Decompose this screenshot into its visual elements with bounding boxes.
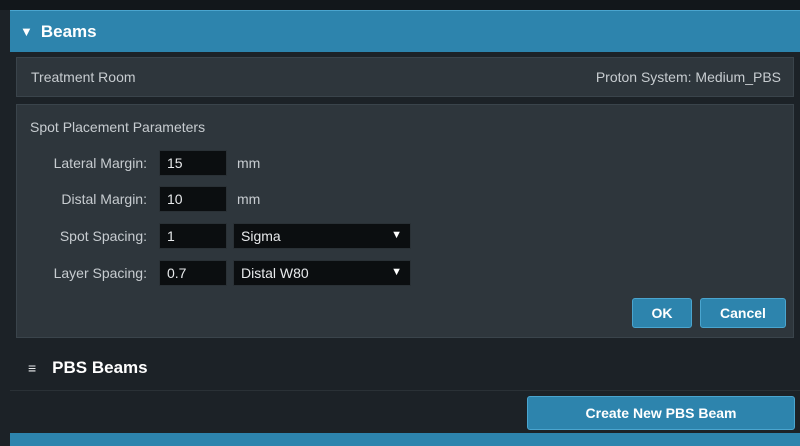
create-new-pbs-beam-button[interactable]: Create New PBS Beam	[527, 396, 795, 430]
lateral-margin-row: Lateral Margin: 15 mm	[17, 149, 260, 177]
distal-margin-label: Distal Margin:	[61, 191, 147, 207]
spot-spacing-label: Spot Spacing:	[59, 228, 147, 244]
spot-spacing-row: Spot Spacing: 1 Sigma ▼	[17, 222, 411, 250]
chevron-down-icon: ▼	[391, 229, 402, 241]
distal-margin-unit: mm	[237, 191, 261, 207]
treatment-room-bar: Treatment Room Proton System: Medium_PBS	[16, 57, 794, 97]
ok-button[interactable]: OK	[632, 298, 692, 328]
chevron-down-icon: ▼	[391, 266, 402, 278]
beams-title: Beams	[40, 21, 97, 41]
lateral-margin-label: Lateral Margin:	[53, 155, 147, 171]
lateral-margin-unit: mm	[237, 155, 261, 171]
layer-spacing-label: Layer Spacing:	[53, 265, 147, 281]
layer-spacing-select-value: Distal W80	[241, 265, 309, 281]
beams-section-header[interactable]: ▼ Beams	[10, 10, 800, 52]
spot-placement-title: Spot Placement Parameters	[30, 119, 206, 135]
distal-margin-input[interactable]: 10	[159, 186, 227, 212]
menu-icon: ≡	[28, 360, 37, 376]
treatment-room-label: Treatment Room	[31, 69, 136, 85]
spot-spacing-input[interactable]: 1	[159, 223, 227, 249]
lateral-margin-input[interactable]: 15	[159, 150, 227, 176]
bottom-accent-bar	[10, 433, 800, 446]
layer-spacing-select[interactable]: Distal W80 ▼	[233, 260, 411, 286]
distal-margin-row: Distal Margin: 10 mm	[17, 185, 260, 213]
layer-spacing-input[interactable]: 0.7	[159, 260, 227, 286]
pbs-beams-title: PBS Beams	[52, 358, 148, 377]
spot-placement-panel: Spot Placement Parameters Lateral Margin…	[16, 104, 794, 338]
section-divider	[10, 390, 800, 391]
proton-system-label: Proton System: Medium_PBS	[595, 69, 781, 85]
spot-spacing-select[interactable]: Sigma ▼	[233, 223, 411, 249]
cancel-button[interactable]: Cancel	[700, 298, 786, 328]
pbs-beams-header[interactable]: ≡ PBS Beams	[28, 358, 148, 378]
beams-window: ▼ Beams Treatment Room Proton System: Me…	[0, 0, 800, 446]
layer-spacing-row: Layer Spacing: 0.7 Distal W80 ▼	[17, 259, 411, 287]
spot-spacing-select-value: Sigma	[241, 228, 281, 244]
triangle-down-icon[interactable]: ▼	[20, 24, 33, 39]
